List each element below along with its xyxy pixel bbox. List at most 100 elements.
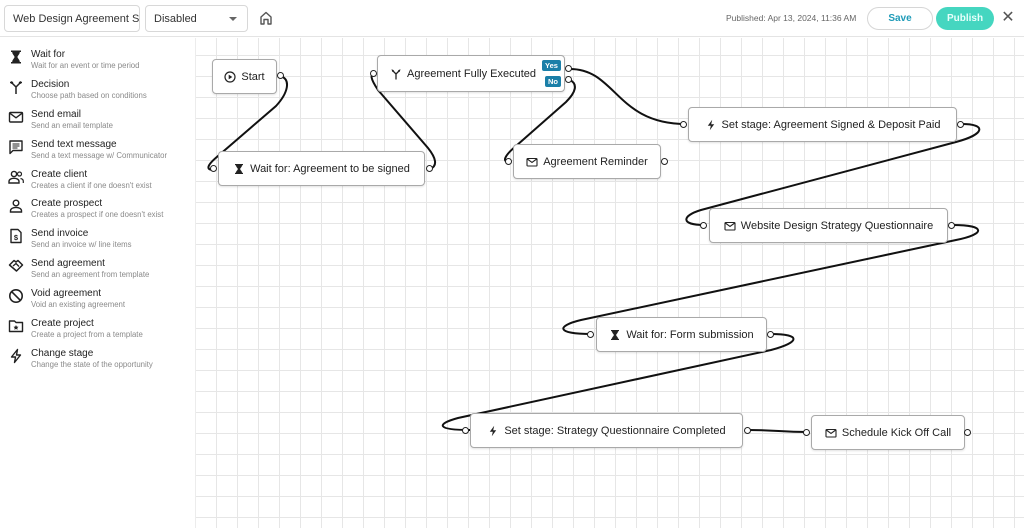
palette-item-desc: Send a text message w/ Communicator: [31, 151, 168, 160]
input-port[interactable]: [370, 70, 377, 77]
node-label: Agreement Reminder: [543, 155, 648, 168]
status-select[interactable]: Disabled: [145, 5, 248, 32]
output-port[interactable]: [277, 72, 284, 79]
palette-item-desc: Send an email template: [31, 121, 113, 130]
palette-item-desc: Choose path based on conditions: [31, 91, 147, 100]
palette-item-title: Void agreement: [31, 288, 102, 299]
palette-item-desc: Creates a client if one doesn't exist: [31, 181, 152, 190]
input-port[interactable]: [587, 331, 594, 338]
palette-item-title: Wait for: [31, 49, 66, 60]
node-label: Wait for: Agreement to be signed: [250, 162, 410, 175]
published-timestamp: Published: Apr 13, 2024, 11:36 AM: [726, 13, 857, 23]
lightning-icon: [490, 425, 497, 436]
node-label: Website Design Strategy Questionnaire: [740, 219, 934, 232]
palette-item-decision[interactable]: Decision Choose path based on conditions: [0, 76, 195, 106]
node-label: Agreement Fully Executed: [407, 67, 537, 80]
workflow-name-input[interactable]: Web Design Agreement Se: [4, 5, 140, 32]
workflow-node-strategy-questionnaire[interactable]: Website Design Strategy Questionnaire: [709, 208, 948, 243]
palette-item-desc: Send an invoice w/ line items: [31, 240, 132, 249]
agreement-icon: [8, 259, 24, 272]
output-port[interactable]: [948, 222, 955, 229]
palette-item-send-text[interactable]: Send text message Send a text message w/…: [0, 136, 195, 166]
invoice-icon: $: [10, 228, 22, 244]
palette-item-title: Create project: [31, 318, 94, 329]
email-icon: [825, 428, 837, 438]
close-icon[interactable]: ✕: [1000, 10, 1016, 26]
yes-branch-badge: Yes: [542, 60, 561, 71]
palette-item-title: Send email: [31, 109, 82, 120]
palette-item-title: Send agreement: [31, 258, 105, 269]
input-port[interactable]: [700, 222, 707, 229]
output-port[interactable]: [957, 121, 964, 128]
caret-down-icon: [229, 17, 237, 21]
workflow-node-start[interactable]: Start: [212, 59, 277, 94]
save-button[interactable]: Save: [867, 7, 933, 30]
palette-item-wait-for[interactable]: Wait for Wait for an event or time perio…: [0, 46, 195, 76]
palette-item-title: Change stage: [31, 348, 94, 359]
node-label: Schedule Kick Off Call: [841, 426, 952, 439]
output-port[interactable]: [964, 429, 971, 436]
decision-icon: [10, 81, 22, 94]
svg-text:$: $: [14, 233, 19, 242]
palette-item-send-agreement[interactable]: Send agreement Send an agreement from te…: [0, 255, 195, 285]
node-label: Start: [241, 70, 265, 83]
workflow-node-set-stage-deposit-paid[interactable]: Set stage: Agreement Signed & Deposit Pa…: [688, 107, 957, 142]
palette-item-title: Decision: [31, 79, 70, 90]
workflow-node-set-stage-questionnaire-completed[interactable]: Set stage: Strategy Questionnaire Comple…: [470, 413, 743, 448]
play-icon: [224, 70, 236, 83]
workflow-node-wait-form-submission[interactable]: Wait for: Form submission: [596, 317, 767, 352]
palette-item-desc: Send an agreement from template: [31, 270, 150, 279]
home-icon[interactable]: [257, 9, 275, 27]
node-label: Wait for: Form submission: [626, 328, 754, 341]
connection-stage-to-kickoff[interactable]: [748, 429, 808, 433]
output-port[interactable]: [661, 158, 668, 165]
palette-item-create-prospect[interactable]: Create prospect Creates a prospect if on…: [0, 195, 195, 225]
top-bar: Web Design Agreement Se Disabled Publish…: [0, 0, 1024, 37]
workflow-node-schedule-kickoff[interactable]: Schedule Kick Off Call: [811, 415, 965, 450]
node-label: Set stage: Strategy Questionnaire Comple…: [504, 424, 726, 437]
palette-item-send-email[interactable]: Send email Send an email template: [0, 106, 195, 136]
palette-item-send-invoice[interactable]: $ Send invoice Send an invoice w/ line i…: [0, 225, 195, 255]
workflow-node-agreement-reminder[interactable]: Agreement Reminder: [513, 144, 661, 179]
input-port[interactable]: [505, 158, 512, 165]
workflow-node-wait-agreement-signed[interactable]: Wait for: Agreement to be signed: [218, 151, 425, 186]
connection-yes-to-stage[interactable]: [569, 68, 687, 125]
email-icon: [8, 111, 24, 123]
palette-item-desc: Void an existing agreement: [31, 300, 126, 309]
hourglass-icon: [611, 329, 620, 340]
email-icon: [724, 221, 736, 231]
hourglass-icon: [11, 50, 21, 64]
node-label: Set stage: Agreement Signed & Deposit Pa…: [721, 118, 941, 131]
workflow-node-decision[interactable]: Agreement Fully Executed: [377, 55, 565, 92]
output-port[interactable]: [426, 165, 433, 172]
no-output-port[interactable]: [565, 76, 572, 83]
workflow-canvas[interactable]: Start Wait for: Agreement to be signed A…: [196, 38, 1024, 528]
status-value: Disabled: [154, 12, 197, 25]
input-port[interactable]: [803, 429, 810, 436]
publish-button[interactable]: Publish: [936, 7, 994, 30]
output-port[interactable]: [767, 331, 774, 338]
decision-icon: [391, 68, 401, 79]
void-icon: [9, 289, 23, 303]
yes-output-port[interactable]: [565, 65, 572, 72]
palette-item-create-project[interactable]: Create project Create a project from a t…: [0, 315, 195, 345]
lightning-icon: [707, 119, 714, 130]
action-palette: Wait for Wait for an event or time perio…: [0, 38, 196, 528]
workflow-name-text: Web Design Agreement Se: [13, 12, 140, 25]
prospect-icon: [9, 199, 23, 213]
palette-item-title: Send text message: [31, 139, 117, 150]
palette-item-desc: Create a project from a template: [31, 330, 143, 339]
input-port[interactable]: [680, 121, 687, 128]
client-icon: [8, 170, 24, 184]
input-port[interactable]: [210, 165, 217, 172]
message-icon: [9, 140, 23, 155]
palette-item-title: Create client: [31, 169, 88, 180]
palette-item-create-client[interactable]: Create client Creates a client if one do…: [0, 166, 195, 196]
palette-item-change-stage[interactable]: Change stage Change the state of the opp…: [0, 345, 195, 375]
palette-item-title: Send invoice: [31, 228, 89, 239]
no-branch-badge: No: [545, 76, 561, 87]
output-port[interactable]: [744, 427, 751, 434]
email-icon: [526, 157, 538, 167]
input-port[interactable]: [462, 427, 469, 434]
palette-item-void-agreement[interactable]: Void agreement Void an existing agreemen…: [0, 285, 195, 315]
